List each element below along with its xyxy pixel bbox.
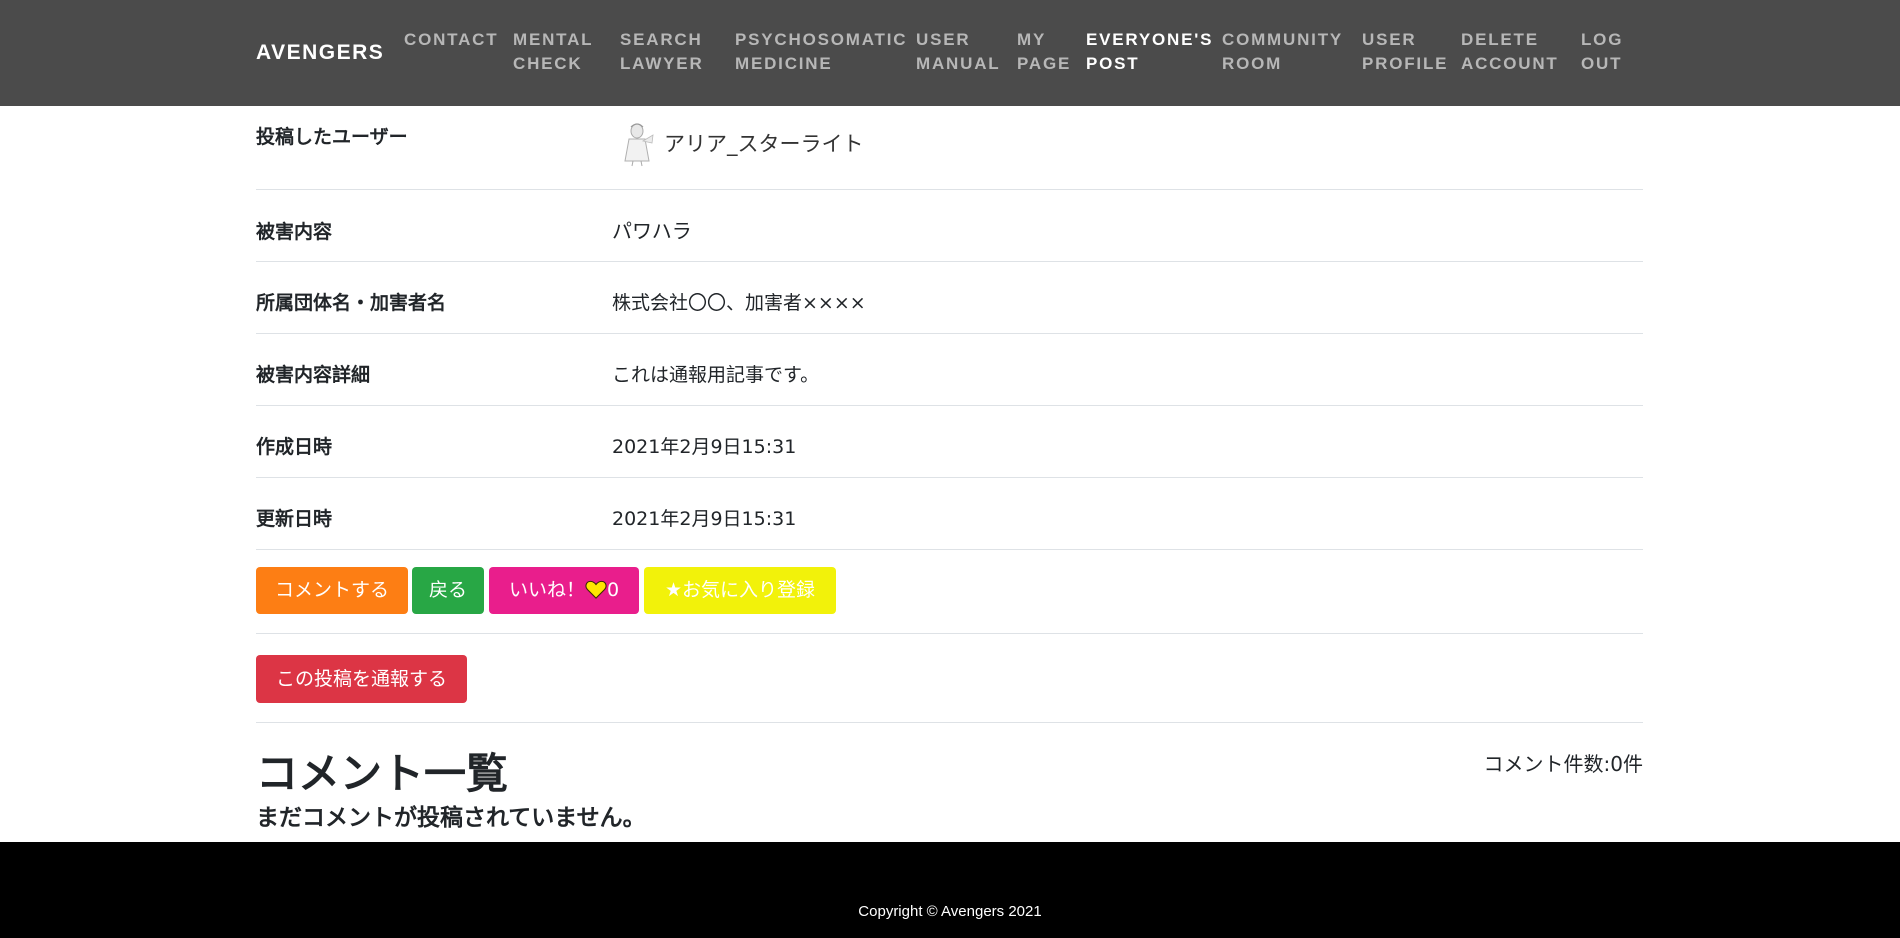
nav-log-out-label-1: LOG [1581, 30, 1624, 49]
nav-mental-check[interactable]: MENTAL CHECK [513, 28, 593, 76]
nav-delete-account[interactable]: DELETE ACCOUNT [1461, 28, 1559, 76]
nav-user-manual-label-2: MANUAL [916, 54, 1001, 73]
nav-everyones-post-label-2: POST [1086, 54, 1140, 73]
like-count: 0 [606, 579, 620, 601]
nav-mental-check-label-2: CHECK [513, 54, 583, 73]
favorite-button[interactable]: ★お気に入り登録 [644, 567, 836, 614]
post-user-row: 投稿したユーザー アリア_スターライト [256, 106, 1643, 190]
comment-button[interactable]: コメントする [256, 567, 408, 614]
nav-everyones-post[interactable]: EVERYONE'S POST [1086, 28, 1213, 76]
nav-community-room-label-1: COMMUNITY [1222, 30, 1344, 49]
brand-logo[interactable]: AVENGERS [256, 41, 384, 65]
nav-delete-account-label-1: DELETE [1461, 30, 1539, 49]
post-user-name[interactable]: アリア_スターライト [664, 128, 864, 158]
heart-icon [585, 580, 607, 599]
post-user-label: 投稿したユーザー [256, 126, 408, 148]
report-post-button[interactable]: この投稿を通報する [256, 655, 467, 703]
divider [256, 722, 1643, 723]
back-button[interactable]: 戻る [412, 567, 484, 614]
divider [256, 633, 1643, 634]
nav-community-room[interactable]: COMMUNITY ROOM [1222, 28, 1343, 76]
created-at-label: 作成日時 [256, 436, 333, 458]
comments-heading: コメント一覧 [256, 749, 509, 798]
nav-search-lawyer-label-2: LAWYER [620, 54, 704, 73]
post-row-damage-type: 被害内容 パワハラ [256, 190, 1643, 262]
top-navbar: AVENGERS CONTACT MENTAL CHECK SEARCH LAW… [0, 0, 1900, 106]
nav-my-page-label-1: MY [1017, 30, 1047, 49]
nav-my-page-label-2: PAGE [1017, 54, 1072, 73]
like-button-label: いいね！ [508, 579, 585, 601]
nav-contact-label: CONTACT [404, 30, 499, 49]
nav-search-lawyer-label-1: SEARCH [620, 30, 703, 49]
no-comments-message: まだコメントが投稿されていません。 [256, 805, 646, 831]
post-detail: 投稿したユーザー アリア_スターライト 被害内容 パワハラ 所属団体名・加害者名… [256, 106, 1643, 831]
post-row-damage-detail: 被害内容詳細 これは通報用記事です。 [256, 334, 1643, 406]
footer: Copyright © Avengers 2021 [0, 842, 1900, 938]
comment-button-label: コメントする [274, 579, 389, 601]
nav-delete-account-label-2: ACCOUNT [1461, 54, 1559, 73]
nav-log-out-label-2: OUT [1581, 54, 1623, 73]
post-row-created-at: 作成日時 2021年2月9日15:31 [256, 406, 1643, 478]
damage-type-label: 被害内容 [256, 221, 333, 243]
nav-user-manual-label-1: USER [916, 30, 971, 49]
updated-at-label: 更新日時 [256, 508, 333, 530]
like-button[interactable]: いいね！ 0 [489, 567, 639, 614]
post-row-updated-at: 更新日時 2021年2月9日15:31 [256, 478, 1643, 550]
nav-user-profile-label-1: USER [1362, 30, 1417, 49]
user-avatar[interactable] [619, 121, 655, 167]
nav-community-room-label-2: ROOM [1222, 54, 1283, 73]
organization-label: 所属団体名・加害者名 [256, 292, 447, 314]
damage-detail-label: 被害内容詳細 [256, 364, 371, 386]
nav-search-lawyer[interactable]: SEARCH LAWYER [620, 28, 704, 76]
copyright-text: Copyright © Avengers 2021 [858, 903, 1042, 920]
damage-detail-value: これは通報用記事です。 [612, 364, 820, 386]
nav-my-page[interactable]: MY PAGE [1017, 28, 1071, 76]
damage-type-value: パワハラ [612, 219, 692, 243]
nav-log-out[interactable]: LOG OUT [1581, 28, 1623, 76]
nav-mental-check-label-1: MENTAL [513, 30, 594, 49]
nav-psychosomatic-medicine[interactable]: PSYCHOSOMATIC MEDICINE [735, 28, 907, 76]
nav-user-profile[interactable]: USER PROFILE [1362, 28, 1448, 76]
nav-everyones-post-label-1: EVERYONE'S [1086, 30, 1214, 49]
nav-contact[interactable]: CONTACT [404, 28, 498, 52]
favorite-button-label: ★お気に入り登録 [664, 579, 816, 601]
report-button-label: この投稿を通報する [275, 668, 447, 690]
comment-count: コメント件数:0件 [1483, 752, 1643, 776]
nav-user-manual[interactable]: USER MANUAL [916, 28, 1000, 76]
back-button-label: 戻る [428, 579, 467, 601]
nav-psychosomatic-label-2: MEDICINE [735, 54, 833, 73]
updated-at-value: 2021年2月9日15:31 [612, 508, 797, 530]
post-row-organization: 所属団体名・加害者名 株式会社〇〇、加害者×××× [256, 262, 1643, 334]
organization-value: 株式会社〇〇、加害者×××× [612, 292, 866, 314]
nav-psychosomatic-label-1: PSYCHOSOMATIC [735, 30, 908, 49]
nav-user-profile-label-2: PROFILE [1362, 54, 1449, 73]
created-at-value: 2021年2月9日15:31 [612, 436, 797, 458]
